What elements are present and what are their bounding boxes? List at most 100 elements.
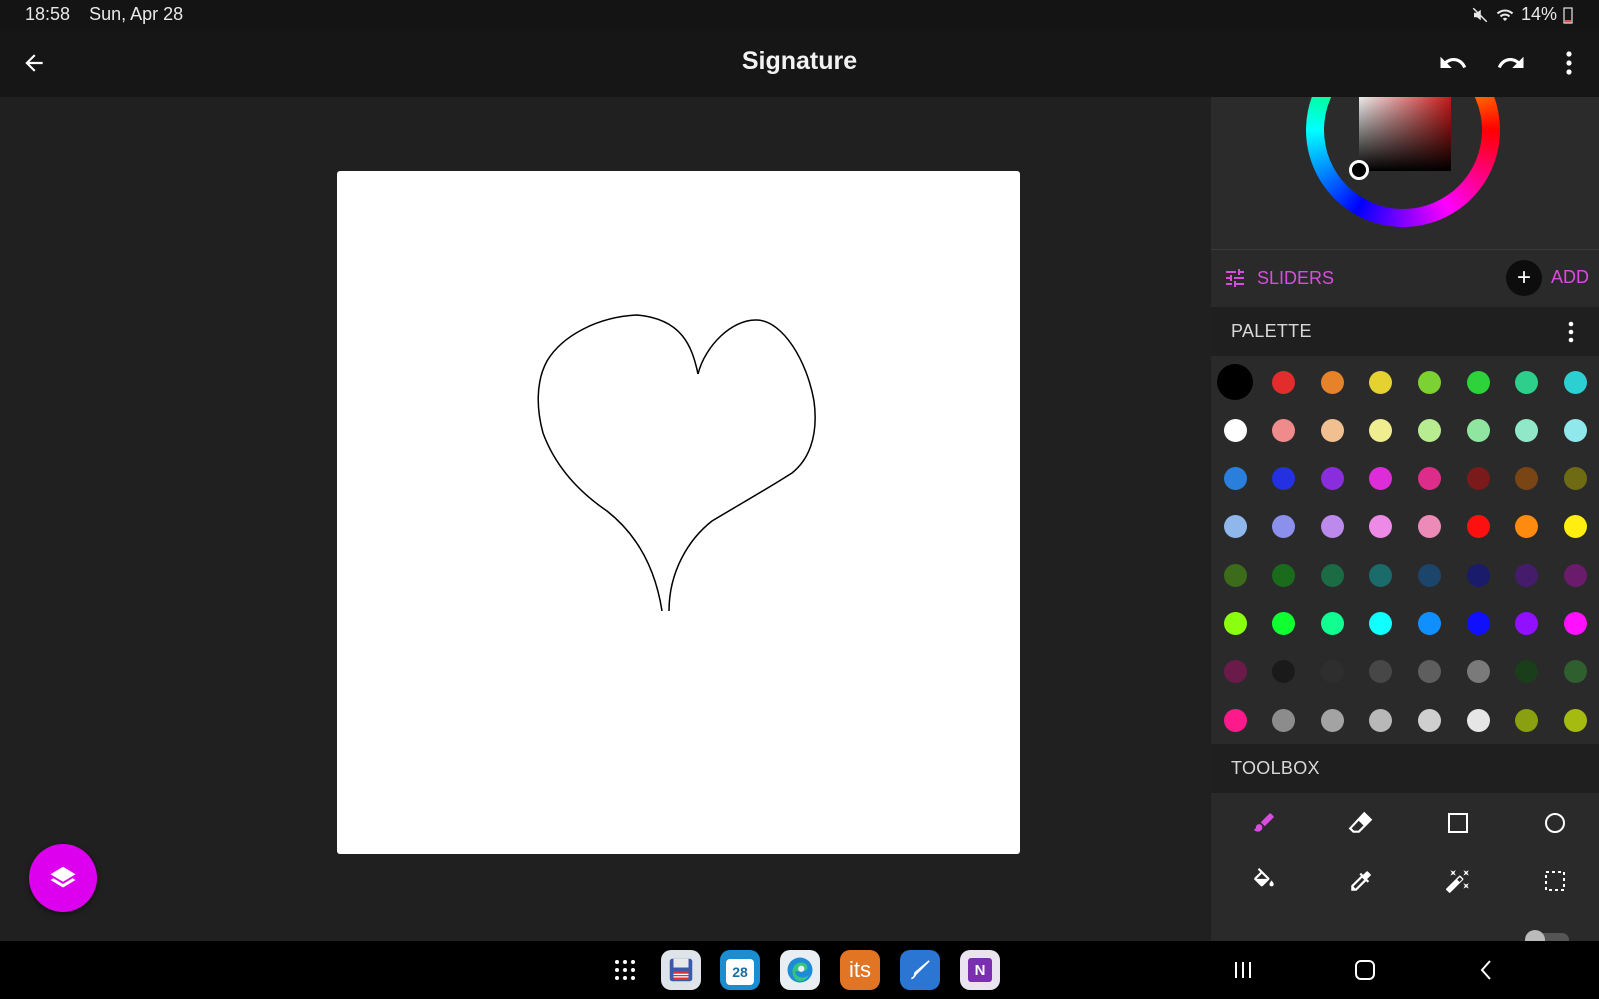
redo-icon[interactable] xyxy=(1493,45,1529,81)
palette-swatch[interactable] xyxy=(1515,660,1539,684)
recents-nav-icon[interactable] xyxy=(1228,955,1258,985)
palette-swatch[interactable] xyxy=(1320,563,1344,587)
palette-swatch[interactable] xyxy=(1272,708,1296,732)
palette-swatch[interactable] xyxy=(1417,563,1441,587)
palette-swatch[interactable] xyxy=(1417,467,1441,491)
palette-swatch[interactable] xyxy=(1466,660,1490,684)
palette-swatch[interactable] xyxy=(1466,467,1490,491)
palette-swatch[interactable] xyxy=(1466,370,1490,394)
sliders-icon[interactable] xyxy=(1223,266,1247,290)
palette-swatch[interactable] xyxy=(1320,660,1344,684)
palette-swatch[interactable] xyxy=(1563,612,1587,635)
palette-swatch[interactable] xyxy=(1369,612,1393,635)
toolbox xyxy=(1211,794,1599,912)
palette-swatch[interactable] xyxy=(1466,563,1490,587)
palette-swatch[interactable] xyxy=(1515,370,1539,394)
palette-swatch[interactable] xyxy=(1563,660,1587,684)
palette-swatch[interactable] xyxy=(1320,515,1344,539)
back-nav-icon[interactable] xyxy=(1472,955,1502,985)
palette-swatch[interactable] xyxy=(1223,418,1247,442)
circle-tool[interactable] xyxy=(1535,803,1575,843)
palette-swatch[interactable] xyxy=(1466,612,1490,635)
calendar-app-icon[interactable]: 28 xyxy=(720,950,760,990)
palette-swatch[interactable] xyxy=(1320,418,1344,442)
edge-browser-icon[interactable] xyxy=(780,950,820,990)
toolbox-title: TOOLBOX xyxy=(1231,758,1320,778)
layers-fab[interactable] xyxy=(29,844,97,912)
toggle-knob[interactable] xyxy=(1525,930,1545,941)
palette-swatch[interactable] xyxy=(1369,515,1393,539)
palette-swatch[interactable] xyxy=(1563,370,1587,394)
palette-swatch[interactable] xyxy=(1515,515,1539,539)
brush-tool[interactable] xyxy=(1244,803,1284,843)
home-nav-icon[interactable] xyxy=(1350,955,1380,985)
palette-swatch[interactable] xyxy=(1272,612,1296,635)
palette-swatch[interactable] xyxy=(1466,515,1490,539)
palette-swatch[interactable] xyxy=(1515,418,1539,442)
palette-swatch[interactable] xyxy=(1417,708,1441,732)
palette-swatch[interactable] xyxy=(1515,708,1539,732)
palette-swatch[interactable] xyxy=(1223,467,1247,491)
palette-swatch[interactable] xyxy=(1563,708,1587,732)
palette-swatch[interactable] xyxy=(1223,708,1247,732)
rectangle-tool[interactable] xyxy=(1438,803,1478,843)
palette-swatch[interactable] xyxy=(1417,612,1441,635)
palette-swatch[interactable] xyxy=(1466,708,1490,732)
palette-swatch[interactable] xyxy=(1515,467,1539,491)
palette-swatch[interactable] xyxy=(1369,563,1393,587)
palette-swatch[interactable] xyxy=(1369,467,1393,491)
palette-swatch[interactable] xyxy=(1223,563,1247,587)
more-options-icon[interactable] xyxy=(1551,45,1587,81)
app-bar: Signature xyxy=(0,29,1599,97)
mute-icon xyxy=(1472,7,1488,22)
palette-swatch[interactable] xyxy=(1563,563,1587,587)
palette-swatch[interactable] xyxy=(1223,612,1247,635)
its-app-icon[interactable]: its xyxy=(840,950,880,990)
palette-swatch[interactable] xyxy=(1369,708,1393,732)
palette-swatch[interactable] xyxy=(1272,515,1296,539)
palette-more-icon[interactable] xyxy=(1567,321,1575,343)
palette-swatch[interactable] xyxy=(1320,708,1344,732)
palette-swatch[interactable] xyxy=(1417,660,1441,684)
save-app-icon[interactable] xyxy=(661,950,701,990)
selection-tool[interactable] xyxy=(1535,861,1575,901)
palette-swatch[interactable] xyxy=(1417,370,1441,394)
palette-swatch[interactable] xyxy=(1369,660,1393,684)
palette-swatch[interactable] xyxy=(1417,418,1441,442)
palette-swatch[interactable] xyxy=(1272,660,1296,684)
eraser-tool[interactable] xyxy=(1341,803,1381,843)
add-label[interactable]: ADD xyxy=(1551,267,1589,288)
palette-swatch[interactable] xyxy=(1563,467,1587,491)
magic-wand-tool[interactable] xyxy=(1438,861,1478,901)
palette-swatch[interactable] xyxy=(1217,364,1253,400)
palette-swatch[interactable] xyxy=(1417,515,1441,539)
palette-swatch[interactable] xyxy=(1515,563,1539,587)
drawing-canvas[interactable] xyxy=(337,171,1020,854)
palette-swatch[interactable] xyxy=(1320,467,1344,491)
palette-swatch[interactable] xyxy=(1369,418,1393,442)
sliders-label[interactable]: SLIDERS xyxy=(1257,268,1334,289)
app-drawer-icon[interactable] xyxy=(605,950,645,990)
palette-swatch[interactable] xyxy=(1563,418,1587,442)
palette-swatch[interactable] xyxy=(1272,467,1296,491)
palette-swatch[interactable] xyxy=(1272,563,1296,587)
palette-swatch[interactable] xyxy=(1369,370,1393,394)
palette-swatch[interactable] xyxy=(1272,418,1296,442)
pen-app-icon[interactable] xyxy=(900,950,940,990)
palette-swatch[interactable] xyxy=(1563,515,1587,539)
palette-swatch[interactable] xyxy=(1320,370,1344,394)
saturation-value-square[interactable] xyxy=(1359,97,1451,171)
eyedropper-tool[interactable] xyxy=(1341,861,1381,901)
color-picker[interactable] xyxy=(1211,97,1599,250)
palette-swatch[interactable] xyxy=(1223,660,1247,684)
palette-swatch[interactable] xyxy=(1515,612,1539,635)
onenote-app-icon[interactable]: N xyxy=(960,950,1000,990)
palette-swatch[interactable] xyxy=(1320,612,1344,635)
add-button[interactable]: + xyxy=(1506,260,1542,296)
palette-swatch[interactable] xyxy=(1466,418,1490,442)
color-handle[interactable] xyxy=(1349,160,1369,180)
undo-icon[interactable] xyxy=(1435,45,1471,81)
fill-tool[interactable] xyxy=(1244,861,1284,901)
palette-swatch[interactable] xyxy=(1223,515,1247,539)
palette-swatch[interactable] xyxy=(1272,370,1296,394)
